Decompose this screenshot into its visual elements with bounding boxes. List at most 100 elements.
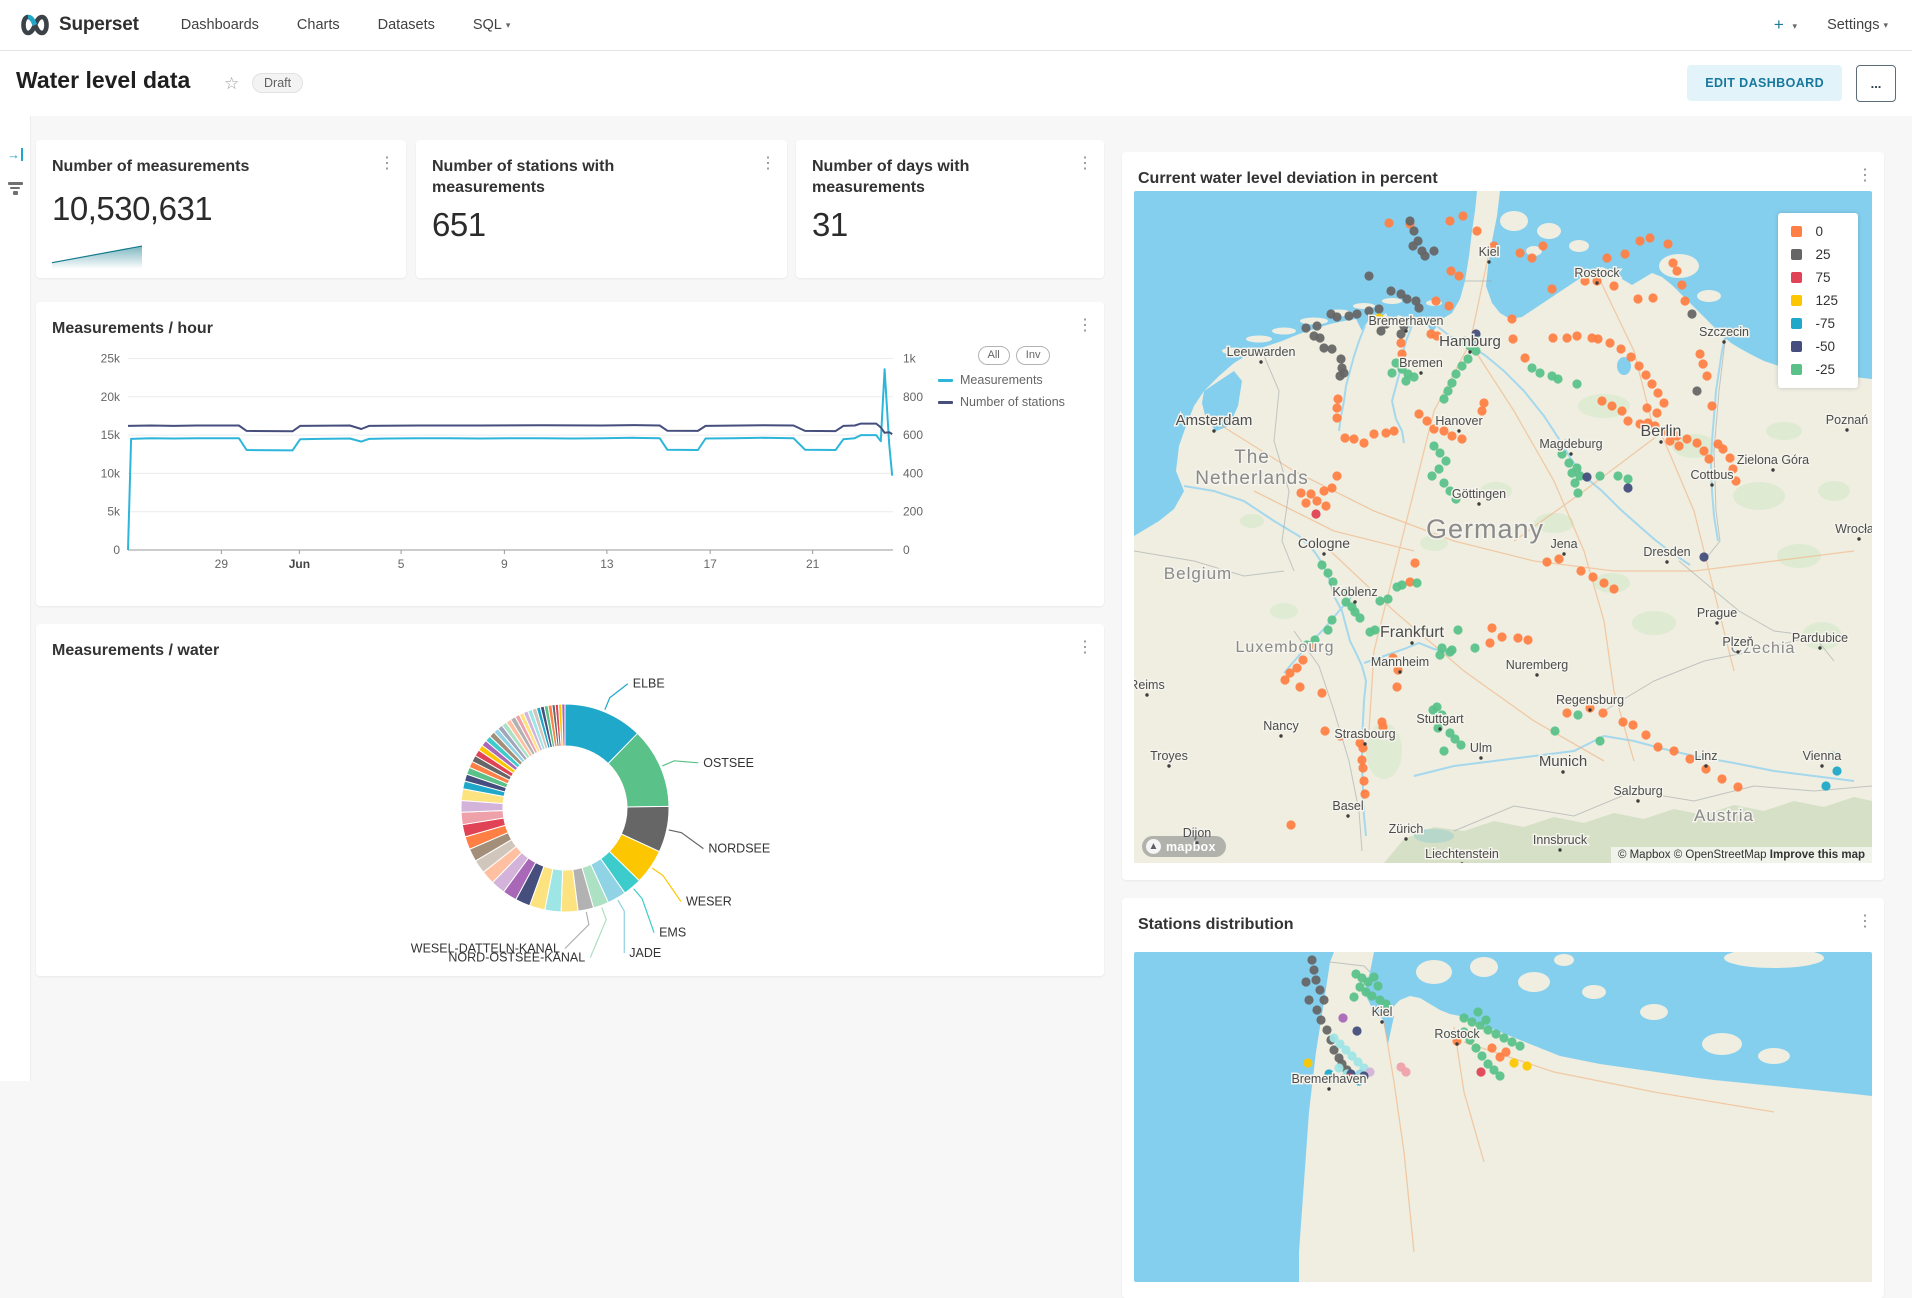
copyright-links[interactable]: © Mapbox © OpenStreetMap [1618, 849, 1767, 861]
map-legend-item[interactable]: 75 [1791, 270, 1838, 285]
station-dot [1523, 635, 1532, 644]
map-legend-item[interactable]: 125 [1791, 293, 1838, 308]
map-city-label: Troyes [1150, 749, 1188, 763]
station-dot [1301, 498, 1310, 507]
donut-label: WESEL-DATTELN-KANAL [411, 942, 560, 956]
donut-chart[interactable]: ELBEOSTSEENORDSEEWESEREMSJADENORD-OSTSEE… [36, 624, 1104, 976]
map-legend-item[interactable]: 0 [1791, 224, 1838, 239]
map-country-label: Luxembourg [1236, 639, 1335, 656]
card-menu-icon[interactable]: ⋮ [757, 153, 779, 173]
kpi-title: Number of measurements [36, 140, 406, 177]
city-dot [1457, 429, 1460, 432]
map-legend-item[interactable]: -75 [1791, 316, 1838, 331]
superset-logo[interactable]: Superset [20, 14, 139, 36]
city-dot [1588, 708, 1591, 711]
station-dot [1677, 280, 1686, 289]
edit-dashboard-button[interactable]: EDIT DASHBOARD [1687, 65, 1842, 101]
map-legend-item[interactable]: -25 [1791, 362, 1838, 377]
station-dot [1573, 710, 1582, 719]
station-dot [1595, 471, 1604, 480]
legend-inv-button[interactable]: Inv [1016, 346, 1051, 365]
station-dot [1554, 554, 1563, 563]
add-new-button[interactable]: + ▾ [1774, 15, 1797, 35]
station-dot [1323, 568, 1332, 577]
dashboard-more-button[interactable]: ... [1856, 65, 1896, 102]
city-dot [1279, 734, 1282, 737]
stations-map[interactable]: KielRostockBremerhaven [1134, 952, 1872, 1282]
station-dot [1479, 398, 1488, 407]
nav-item-sql[interactable]: SQL▾ [473, 17, 511, 33]
city-dot [1468, 350, 1471, 353]
line-chart[interactable]: 25k1k20k80015k60010k4005k2000029Jun59131… [52, 344, 982, 588]
settings-menu[interactable]: Settings▾ [1827, 17, 1888, 33]
station-dot [1443, 386, 1452, 395]
nav-item-dashboards[interactable]: Dashboards [181, 17, 259, 33]
filter-funnel-icon[interactable] [6, 182, 24, 197]
station-dot [1349, 992, 1358, 1001]
city-dot [1363, 742, 1366, 745]
map-legend-item[interactable]: 25 [1791, 247, 1838, 262]
improve-map-link[interactable]: Improve this map [1770, 849, 1865, 861]
station-dot [1704, 454, 1713, 463]
station-dot [1481, 1015, 1490, 1024]
station-dot [1548, 333, 1557, 342]
card-menu-icon[interactable]: ⋮ [376, 153, 398, 173]
nav-item-datasets[interactable]: Datasets [378, 17, 435, 33]
legend-value-label: 25 [1815, 247, 1830, 262]
card-menu-icon[interactable]: ⋮ [1074, 315, 1096, 335]
card-menu-icon[interactable]: ⋮ [1074, 153, 1096, 173]
nav-item-charts[interactable]: Charts [297, 17, 340, 33]
city-dot [1259, 360, 1262, 363]
map-city-label: Nuremberg [1506, 658, 1569, 672]
station-dot [1597, 396, 1606, 405]
map-city-label: Wrocław [1835, 522, 1872, 536]
city-dot [1595, 281, 1598, 284]
expand-filters-icon[interactable]: → [7, 148, 23, 161]
station-dot [1520, 353, 1529, 362]
station-dot [1605, 338, 1614, 347]
station-dot [1445, 647, 1454, 656]
map-city-label: Bremen [1399, 356, 1443, 370]
station-dot [1434, 464, 1443, 473]
station-dot [1332, 471, 1341, 480]
station-dot [1538, 241, 1547, 250]
station-dot [1645, 233, 1654, 242]
station-dot [1333, 394, 1342, 403]
station-dot [1707, 401, 1716, 410]
map-city-label: Regensburg [1556, 693, 1624, 707]
station-dot [1616, 344, 1625, 353]
mapbox-logo[interactable]: ▲ mapbox [1142, 836, 1226, 857]
station-dot [1312, 321, 1321, 330]
station-dot [1570, 478, 1579, 487]
favorite-star-icon[interactable]: ☆ [224, 74, 239, 94]
station-dot [1609, 281, 1618, 290]
station-dot [1515, 248, 1524, 257]
svg-text:5: 5 [398, 557, 405, 571]
map-city-label: Leeuwarden [1227, 345, 1296, 359]
station-dot [1311, 975, 1320, 984]
station-dot [1669, 746, 1678, 755]
station-dot [1373, 981, 1382, 990]
map-legend-item[interactable]: -50 [1791, 339, 1838, 354]
station-dot [1564, 458, 1573, 467]
station-dot [1718, 444, 1727, 453]
legend-all-button[interactable]: All [978, 346, 1010, 365]
station-dot [1352, 309, 1361, 318]
station-dot [1507, 1037, 1516, 1046]
map-city-label: Zürich [1389, 822, 1424, 836]
station-dot [1359, 438, 1368, 447]
city-dot [1145, 693, 1148, 696]
city-dot [1722, 340, 1725, 343]
deviation-map[interactable]: GermanyTheNetherlandsBelgiumAustriaCzech… [1134, 191, 1872, 863]
legend-item-measurements[interactable]: Measurements [938, 373, 1090, 387]
city-dot [1212, 429, 1215, 432]
card-menu-icon[interactable]: ⋮ [1854, 911, 1876, 931]
card-menu-icon[interactable]: ⋮ [1854, 165, 1876, 185]
legend-item-number-of-stations[interactable]: Number of stations [938, 395, 1090, 409]
svg-text:800: 800 [903, 390, 923, 404]
map-canvas: KielRostockBremerhaven [1134, 952, 1872, 1282]
svg-text:400: 400 [903, 466, 923, 480]
city-dot [1455, 1042, 1458, 1045]
donut-label: ELBE [633, 677, 665, 691]
station-dot [1542, 557, 1551, 566]
